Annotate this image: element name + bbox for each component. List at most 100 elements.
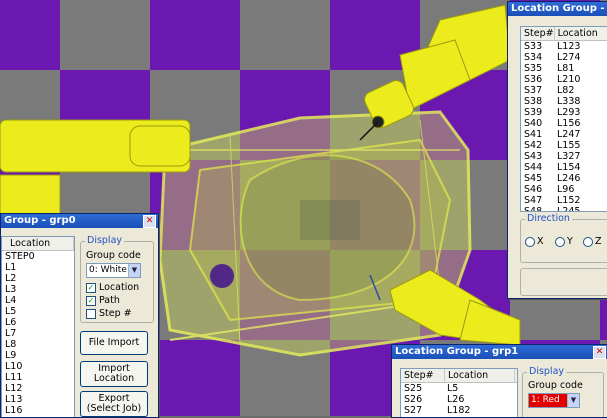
location-cell: L3 bbox=[5, 284, 17, 295]
list-item[interactable]: L11 bbox=[2, 372, 74, 383]
file-import-button[interactable]: File Import bbox=[80, 331, 148, 355]
step-cell: S34 bbox=[524, 52, 543, 63]
list-item[interactable]: STEP0 bbox=[2, 251, 74, 262]
location-cell: L2 bbox=[5, 273, 17, 284]
list-item[interactable]: L8 bbox=[2, 339, 74, 350]
list-item[interactable]: L16 bbox=[2, 405, 74, 416]
list-item[interactable]: L5 bbox=[2, 306, 74, 317]
list-item[interactable]: S40 L156 bbox=[521, 118, 607, 129]
list-item[interactable]: S26 L26 bbox=[401, 394, 517, 405]
location-cell: L156 bbox=[557, 118, 581, 129]
list-item[interactable]: L7 bbox=[2, 328, 74, 339]
step-location-list[interactable]: Step# Location S33 L123 S34 L274 S35 L81 S36 L2… bbox=[520, 26, 607, 212]
step-cell: S42 bbox=[524, 140, 543, 151]
location-cell: L293 bbox=[557, 107, 581, 118]
step-cell: S36 bbox=[524, 74, 543, 85]
location-cell: STEP0 bbox=[5, 251, 35, 262]
location-cell: L10 bbox=[5, 361, 23, 372]
list-item[interactable]: L12 bbox=[2, 383, 74, 394]
location-cell: L182 bbox=[447, 405, 471, 416]
list-item[interactable]: S43 L327 bbox=[521, 151, 607, 162]
radio-circle-icon bbox=[525, 236, 535, 247]
column-header-location[interactable]: Location bbox=[555, 27, 607, 40]
location-cell: L12 bbox=[5, 383, 23, 394]
location-list[interactable]: Location STEP0 L1 L2 L3 L4 L5 L6 L7 L8 L9 L10 L11 L1… bbox=[1, 236, 75, 417]
list-item[interactable]: L13 bbox=[2, 394, 74, 405]
group-code-select[interactable]: 0: White ▼ bbox=[86, 263, 141, 278]
list-item[interactable]: S35 L81 bbox=[521, 63, 607, 74]
location-checkbox[interactable]: ✓ Location bbox=[86, 282, 139, 293]
location-cell: L1 bbox=[5, 262, 17, 273]
list-item[interactable]: S38 L338 bbox=[521, 96, 607, 107]
chevron-down-icon[interactable]: ▼ bbox=[567, 394, 579, 407]
list-item[interactable]: L10 bbox=[2, 361, 74, 372]
list-item[interactable]: S44 L154 bbox=[521, 162, 607, 173]
step-cell: S47 bbox=[524, 195, 543, 206]
list-item[interactable]: S34 L274 bbox=[521, 52, 607, 63]
location-cell: L155 bbox=[557, 140, 581, 151]
group-code-select[interactable]: 1: Red ▼ bbox=[528, 393, 580, 408]
checkmark-icon: ✓ bbox=[86, 295, 96, 306]
close-icon[interactable]: ✕ bbox=[143, 215, 156, 228]
list-item[interactable]: S45 L246 bbox=[521, 173, 607, 184]
list-item[interactable]: S47 L152 bbox=[521, 195, 607, 206]
step-cell: S45 bbox=[524, 173, 543, 184]
column-header-step[interactable]: Step# bbox=[401, 369, 445, 382]
list-item[interactable]: L9 bbox=[2, 350, 74, 361]
list-item[interactable]: S27 L182 bbox=[401, 405, 517, 416]
location-cell: L246 bbox=[557, 173, 581, 184]
location-group-window-grp1[interactable]: Location Group - grp1 ✕ Step# Location S… bbox=[391, 344, 607, 418]
list-item[interactable]: L1 bbox=[2, 262, 74, 273]
list-item[interactable]: L3 bbox=[2, 284, 74, 295]
location-cell: L245 bbox=[557, 206, 581, 212]
path-checkbox[interactable]: ✓ Path bbox=[86, 295, 120, 306]
location-cell: L16 bbox=[5, 405, 23, 416]
group-code-label: Group code bbox=[528, 380, 583, 391]
list-item[interactable]: S25 L5 bbox=[401, 383, 517, 394]
list-item[interactable]: S37 L82 bbox=[521, 85, 607, 96]
list-item[interactable]: S39 L293 bbox=[521, 107, 607, 118]
column-header-location[interactable]: Location bbox=[2, 237, 74, 250]
location-cell: L9 bbox=[5, 350, 17, 361]
location-cell: L7 bbox=[5, 328, 17, 339]
radio-z[interactable]: Z bbox=[583, 236, 602, 247]
column-header-location[interactable]: Location bbox=[445, 369, 515, 382]
location-cell: L5 bbox=[447, 383, 459, 394]
list-item[interactable]: L4 bbox=[2, 295, 74, 306]
step-cell: S43 bbox=[524, 151, 543, 162]
location-cell: L26 bbox=[447, 394, 465, 405]
radio-y[interactable]: Y bbox=[555, 236, 573, 247]
list-item[interactable]: S36 L210 bbox=[521, 74, 607, 85]
list-item[interactable]: S42 L155 bbox=[521, 140, 607, 151]
radio-x[interactable]: X bbox=[525, 236, 544, 247]
export-button[interactable]: Export (Select Job) bbox=[80, 391, 148, 417]
step-cell: S37 bbox=[524, 85, 543, 96]
list-item[interactable]: L2 bbox=[2, 273, 74, 284]
step-location-list[interactable]: Step# Location S25 L5 S26 L26 S27 L182 bbox=[400, 368, 518, 417]
step-cell: S26 bbox=[404, 394, 423, 405]
import-location-button[interactable]: Import Location bbox=[80, 361, 148, 387]
location-cell: L96 bbox=[557, 184, 575, 195]
list-item[interactable]: S48 L245 bbox=[521, 206, 607, 212]
window-title[interactable]: Location Group - grp1 ✕ bbox=[392, 345, 607, 359]
empty-checkbox-icon bbox=[86, 308, 96, 319]
list-item[interactable]: S33 L123 bbox=[521, 41, 607, 52]
step-checkbox[interactable]: Step # bbox=[86, 308, 132, 319]
location-cell: L11 bbox=[5, 372, 23, 383]
list-item[interactable]: S41 L247 bbox=[521, 129, 607, 140]
location-cell: L123 bbox=[557, 41, 581, 52]
list-item[interactable]: L6 bbox=[2, 317, 74, 328]
list-item[interactable]: S46 L96 bbox=[521, 184, 607, 195]
step-cell: S35 bbox=[524, 63, 543, 74]
close-icon[interactable]: ✕ bbox=[593, 346, 606, 359]
column-header-step[interactable]: Step# bbox=[521, 27, 555, 40]
step-cell: S39 bbox=[524, 107, 543, 118]
location-cell: L338 bbox=[557, 96, 581, 107]
location-group-window-grp0[interactable]: Group - grp0 ✕ Location STEP0 L1 L2 L3 L4 L5 L… bbox=[0, 213, 159, 418]
chevron-down-icon[interactable]: ▼ bbox=[128, 264, 140, 277]
location-group-window-main[interactable]: Location Group - grp Step# Location S33 L… bbox=[507, 1, 607, 299]
location-cell: L8 bbox=[5, 339, 17, 350]
window-title[interactable]: Group - grp0 ✕ bbox=[1, 214, 158, 228]
window-title[interactable]: Location Group - grp bbox=[508, 2, 607, 16]
step-cell: S46 bbox=[524, 184, 543, 195]
